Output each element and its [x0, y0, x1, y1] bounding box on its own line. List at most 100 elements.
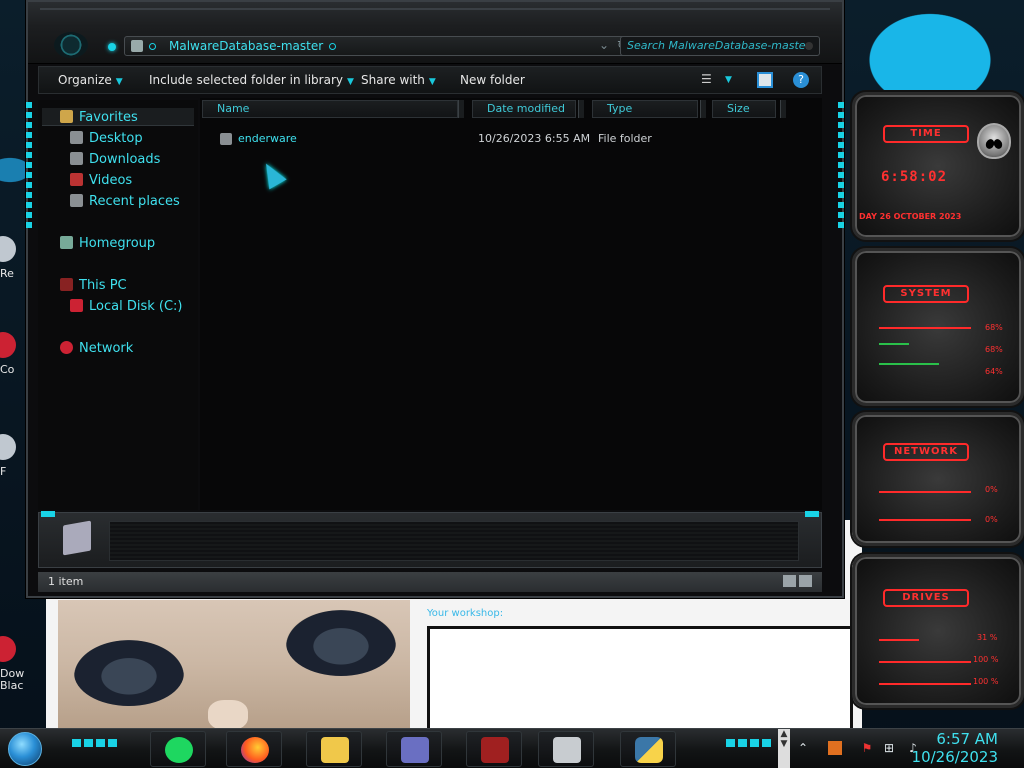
time-widget: TIME 6:58:02 DAY 26 OCTOBER 2023	[852, 92, 1024, 240]
title-bar[interactable]: MalwareDatabase-master ⌄ ↻ Search Malwar…	[28, 2, 842, 64]
taskbar-app-firefox[interactable]	[226, 731, 282, 767]
drive-bar-1	[879, 639, 919, 641]
help-icon[interactable]: ?	[793, 72, 809, 88]
chevron-down-icon[interactable]: ▼	[725, 75, 741, 91]
homegroup-icon	[60, 236, 73, 249]
nav-videos[interactable]: Videos	[70, 173, 132, 188]
include-library-label: Include selected folder in library	[149, 73, 343, 87]
nav-desktop[interactable]: Desktop	[70, 131, 143, 146]
cat-nose	[208, 700, 248, 728]
command-bar: Organize ▼ Include selected folder in lib…	[38, 66, 822, 94]
file-row[interactable]: enderware 10/26/2023 6:55 AM File folder	[220, 132, 800, 148]
preview-pane-icon[interactable]	[757, 72, 773, 88]
drive-value-3: 100 %	[973, 677, 999, 686]
workshop-label: Your workshop:	[427, 608, 504, 619]
desktop-icon-label: Co	[0, 363, 15, 376]
nav-homegroup-label: Homegroup	[79, 236, 156, 251]
desktop-icon-4[interactable]: Dow Blac	[0, 636, 36, 696]
network-tray-icon[interactable]: ⊞	[882, 741, 896, 755]
drive-icon	[70, 299, 83, 312]
nav-desktop-label: Desktop	[89, 131, 143, 146]
start-button[interactable]	[8, 732, 42, 766]
column-name-label: Name	[217, 102, 250, 115]
taskbar-accent	[72, 739, 118, 747]
clock-date[interactable]: 10/26/2023	[912, 748, 998, 766]
column-header-type[interactable]: Type	[592, 100, 698, 118]
details-view-icon[interactable]	[783, 575, 796, 587]
taskbar-app-python[interactable]	[620, 731, 676, 767]
desktop-icon	[70, 131, 83, 144]
nav-this-pc[interactable]: This PC	[60, 278, 127, 293]
column-resize-handle[interactable]	[700, 100, 706, 118]
column-header-date[interactable]: Date modified	[472, 100, 576, 118]
breadcrumb-chevron-icon[interactable]	[149, 43, 156, 50]
nav-downloads[interactable]: Downloads	[70, 152, 160, 167]
network-value-1: 0%	[985, 485, 998, 494]
large-icons-view-icon[interactable]	[799, 575, 812, 587]
chevron-down-icon: ▼	[115, 77, 123, 87]
view-options-icon[interactable]: ☰	[701, 72, 717, 88]
network-value-2: 0%	[985, 515, 998, 524]
workshop-box[interactable]	[427, 626, 853, 736]
file-list[interactable]: Name Date modified Type Size enderware 1…	[200, 98, 822, 510]
nav-back-icon[interactable]	[108, 43, 116, 51]
file-date: 10/26/2023 6:55 AM	[478, 132, 591, 145]
disk-graph	[879, 363, 939, 365]
nav-favorites[interactable]: Favorites	[60, 110, 138, 125]
search-icon[interactable]	[805, 42, 813, 50]
cat-eye-right	[286, 610, 396, 676]
terminal-icon	[481, 737, 509, 763]
organize-menu[interactable]: Organize ▼	[58, 73, 123, 87]
column-header-size[interactable]: Size	[712, 100, 776, 118]
view-toggle	[780, 575, 814, 589]
column-resize-handle[interactable]	[578, 100, 584, 118]
time-widget-title: TIME	[883, 125, 969, 143]
alien-head-icon	[977, 123, 1011, 159]
network-widget-title: NETWORK	[883, 443, 969, 461]
drives-widget-title: DRIVES	[883, 589, 969, 607]
desktop-app-icon	[0, 332, 16, 358]
nav-homegroup[interactable]: Homegroup	[60, 236, 155, 251]
system-widget: SYSTEM 68% 68% 64%	[852, 248, 1024, 406]
address-path[interactable]: MalwareDatabase-master	[169, 39, 323, 53]
taskbar-app-terminal[interactable]	[466, 731, 522, 767]
frame-accent	[41, 511, 55, 517]
file-explorer-window: MalwareDatabase-master ⌄ ↻ Search Malwar…	[26, 0, 844, 598]
action-center-flag-icon[interactable]: ⚑	[860, 741, 874, 755]
breadcrumb-end-icon[interactable]	[329, 43, 336, 50]
taskbar-accent	[726, 739, 772, 747]
column-resize-handle[interactable]	[458, 100, 464, 118]
search-input[interactable]: Search MalwareDatabase-master	[620, 36, 820, 56]
desktop-icon-label: Re	[0, 267, 14, 280]
column-resize-handle[interactable]	[780, 100, 786, 118]
recent-places-icon	[70, 194, 83, 207]
address-bar[interactable]: MalwareDatabase-master ⌄ ↻	[124, 36, 636, 56]
new-folder-button[interactable]: New folder	[460, 73, 525, 87]
taskbar-app-archive[interactable]	[538, 731, 594, 767]
details-info	[109, 521, 799, 561]
network-widget: NETWORK 0% 0%	[852, 412, 1024, 546]
nav-videos-label: Videos	[89, 173, 133, 188]
include-library-menu[interactable]: Include selected folder in library ▼	[149, 73, 354, 87]
nav-network[interactable]: Network	[60, 341, 133, 356]
taskbar-scroll-arrows[interactable]: ▲ ▼	[778, 729, 790, 768]
file-name[interactable]: enderware	[238, 132, 297, 145]
nav-recent-places[interactable]: Recent places	[70, 194, 180, 209]
search-placeholder: Search MalwareDatabase-master	[627, 39, 811, 52]
chevron-down-icon: ▼	[428, 77, 436, 87]
taskbar-app-spotify[interactable]	[150, 731, 206, 767]
chevron-down-icon[interactable]: ⌄	[599, 38, 609, 52]
tray-app-icon[interactable]	[828, 741, 842, 755]
taskbar-app-card[interactable]	[386, 731, 442, 767]
column-header-name[interactable]: Name	[202, 100, 458, 118]
clock-time[interactable]: 6:57 AM	[936, 730, 998, 748]
nav-favorites-label: Favorites	[79, 110, 138, 125]
taskbar-app-explorer[interactable]	[306, 731, 362, 767]
card-icon	[401, 737, 429, 763]
column-date-label: Date modified	[487, 102, 565, 115]
share-with-menu[interactable]: Share with ▼	[361, 73, 436, 87]
folder-thumbnail-icon	[63, 520, 91, 556]
tray-show-hidden-icon[interactable]: ⌃	[796, 741, 810, 755]
nav-local-disk[interactable]: Local Disk (C:)	[70, 299, 182, 314]
organize-label: Organize	[58, 73, 112, 87]
